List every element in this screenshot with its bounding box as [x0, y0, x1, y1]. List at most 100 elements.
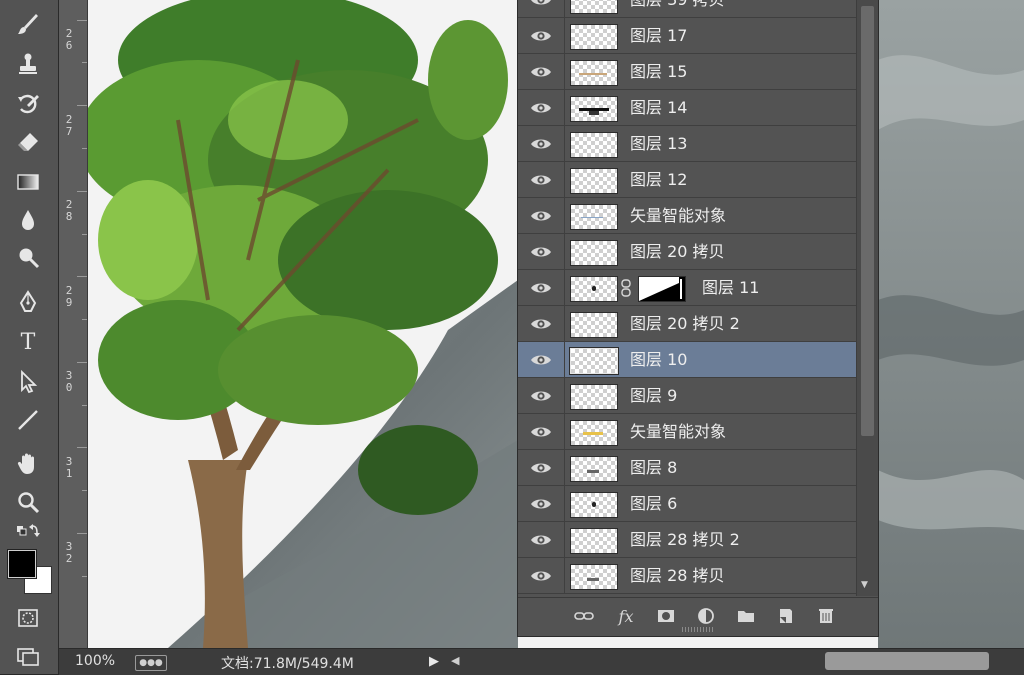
- layer-row[interactable]: 矢量智能对象: [518, 198, 856, 234]
- layer-thumbnail[interactable]: [570, 276, 618, 302]
- visibility-eye-icon[interactable]: [530, 423, 552, 441]
- new-layer-button[interactable]: [774, 605, 798, 627]
- layer-name[interactable]: 图层 14: [630, 90, 687, 126]
- layer-name[interactable]: 图层 10: [630, 342, 687, 378]
- scroll-left-arrow-icon[interactable]: ◀: [451, 654, 459, 667]
- line-tool[interactable]: [8, 404, 48, 436]
- visibility-eye-icon[interactable]: [530, 99, 552, 117]
- layer-row[interactable]: 图层 13: [518, 126, 856, 162]
- eraser-tool[interactable]: [8, 126, 48, 158]
- foreground-color-swatch[interactable]: [8, 550, 36, 578]
- layer-name[interactable]: 图层 12: [630, 162, 687, 198]
- layer-thumbnail[interactable]: [570, 168, 618, 194]
- visibility-eye-icon[interactable]: [530, 27, 552, 45]
- layer-name[interactable]: 图层 17: [630, 18, 687, 54]
- layers-scrollbar[interactable]: ▼: [856, 0, 878, 596]
- quick-mask-button[interactable]: [8, 602, 48, 634]
- visibility-eye-icon[interactable]: [530, 495, 552, 513]
- layer-row[interactable]: 图层 20 拷贝 2: [518, 306, 856, 342]
- swap-colors-button[interactable]: [8, 520, 48, 544]
- layer-row[interactable]: 图层 28 拷贝: [518, 558, 856, 594]
- visibility-eye-icon[interactable]: [530, 135, 552, 153]
- layer-thumbnail[interactable]: [570, 96, 618, 122]
- visibility-eye-icon[interactable]: [530, 315, 552, 333]
- visibility-eye-icon[interactable]: [530, 387, 552, 405]
- layer-thumbnail[interactable]: [570, 60, 618, 86]
- screen-mode-button[interactable]: [8, 640, 48, 672]
- layer-name[interactable]: 图层 28 拷贝: [630, 558, 725, 594]
- layer-thumbnail[interactable]: [570, 240, 618, 266]
- layer-thumbnail[interactable]: [570, 420, 618, 446]
- layer-row[interactable]: 图层 6: [518, 486, 856, 522]
- layer-row[interactable]: 图层 15: [518, 54, 856, 90]
- type-tool[interactable]: T: [8, 326, 48, 358]
- blur-tool[interactable]: [8, 204, 48, 236]
- layer-name[interactable]: 图层 8: [630, 450, 677, 486]
- layer-name[interactable]: 矢量智能对象: [630, 414, 726, 450]
- visibility-eye-icon[interactable]: [530, 459, 552, 477]
- gradient-tool[interactable]: [8, 166, 48, 198]
- layer-row[interactable]: 图层 11: [518, 270, 856, 306]
- layer-name[interactable]: 图层 11: [702, 270, 759, 306]
- layer-name[interactable]: 图层 13: [630, 126, 687, 162]
- visibility-eye-icon[interactable]: [530, 207, 552, 225]
- layer-thumbnail[interactable]: [570, 384, 618, 410]
- layer-name[interactable]: 图层 20 拷贝 2: [630, 306, 740, 342]
- zoom-tool[interactable]: [8, 486, 48, 518]
- layer-row[interactable]: 图层 12: [518, 162, 856, 198]
- layer-row[interactable]: 图层 14: [518, 90, 856, 126]
- layer-thumbnail[interactable]: [570, 564, 618, 590]
- layer-style-button[interactable]: fx: [614, 605, 638, 627]
- layer-row[interactable]: 图层 17: [518, 18, 856, 54]
- add-mask-button[interactable]: [654, 605, 678, 627]
- new-group-button[interactable]: [734, 605, 758, 627]
- layer-thumbnail[interactable]: [570, 132, 618, 158]
- visibility-eye-icon[interactable]: [530, 0, 552, 9]
- visibility-eye-icon[interactable]: [530, 567, 552, 585]
- layer-row[interactable]: 图层 20 拷贝: [518, 234, 856, 270]
- scroll-down-arrow-icon[interactable]: ▼: [861, 580, 868, 590]
- layer-thumbnail[interactable]: [570, 24, 618, 50]
- visibility-eye-icon[interactable]: [530, 279, 552, 297]
- layer-name[interactable]: 图层 9: [630, 378, 677, 414]
- layer-row[interactable]: 图层 10: [518, 342, 856, 378]
- layer-thumbnail[interactable]: [570, 312, 618, 338]
- mask-link-icon[interactable]: [619, 279, 633, 297]
- dodge-tool[interactable]: [8, 242, 48, 274]
- status-info-button[interactable]: ●●●: [135, 655, 167, 671]
- layer-name[interactable]: 图层 6: [630, 486, 677, 522]
- layer-name[interactable]: 图层 28 拷贝 2: [630, 522, 740, 558]
- layer-name[interactable]: 图层 20 拷贝: [630, 234, 725, 270]
- visibility-eye-icon[interactable]: [530, 531, 552, 549]
- hand-tool[interactable]: [8, 448, 48, 480]
- history-brush-tool[interactable]: [8, 88, 48, 120]
- layer-row[interactable]: 图层 9: [518, 378, 856, 414]
- horizontal-scrollbar-thumb[interactable]: [825, 652, 989, 670]
- layer-row[interactable]: 图层 39 拷贝: [518, 0, 856, 18]
- layer-thumbnail[interactable]: [570, 456, 618, 482]
- visibility-eye-icon[interactable]: [530, 351, 552, 369]
- path-selection-tool[interactable]: [8, 366, 48, 398]
- layer-mask-thumbnail[interactable]: [638, 276, 686, 302]
- zoom-level[interactable]: 100%: [75, 653, 115, 669]
- link-layers-button[interactable]: [572, 605, 596, 627]
- layer-row[interactable]: 图层 8: [518, 450, 856, 486]
- scrollbar-thumb[interactable]: [861, 6, 874, 436]
- brush-tool[interactable]: [8, 8, 48, 40]
- layer-thumbnail[interactable]: [570, 0, 618, 14]
- layer-name[interactable]: 图层 15: [630, 54, 687, 90]
- layer-name[interactable]: 矢量智能对象: [630, 198, 726, 234]
- visibility-eye-icon[interactable]: [530, 243, 552, 261]
- visibility-eye-icon[interactable]: [530, 63, 552, 81]
- layer-thumbnail[interactable]: [570, 492, 618, 518]
- pen-tool[interactable]: [8, 286, 48, 318]
- layer-thumbnail[interactable]: [570, 204, 618, 230]
- layer-name[interactable]: 图层 39 拷贝: [630, 0, 725, 18]
- panel-resize-grip[interactable]: [682, 627, 714, 632]
- clone-stamp-tool[interactable]: [8, 48, 48, 80]
- visibility-eye-icon[interactable]: [530, 171, 552, 189]
- layer-thumbnail[interactable]: [570, 528, 618, 554]
- status-menu-arrow-icon[interactable]: ▶: [429, 654, 439, 669]
- layer-thumbnail[interactable]: [569, 347, 619, 375]
- layer-row[interactable]: 图层 28 拷贝 2: [518, 522, 856, 558]
